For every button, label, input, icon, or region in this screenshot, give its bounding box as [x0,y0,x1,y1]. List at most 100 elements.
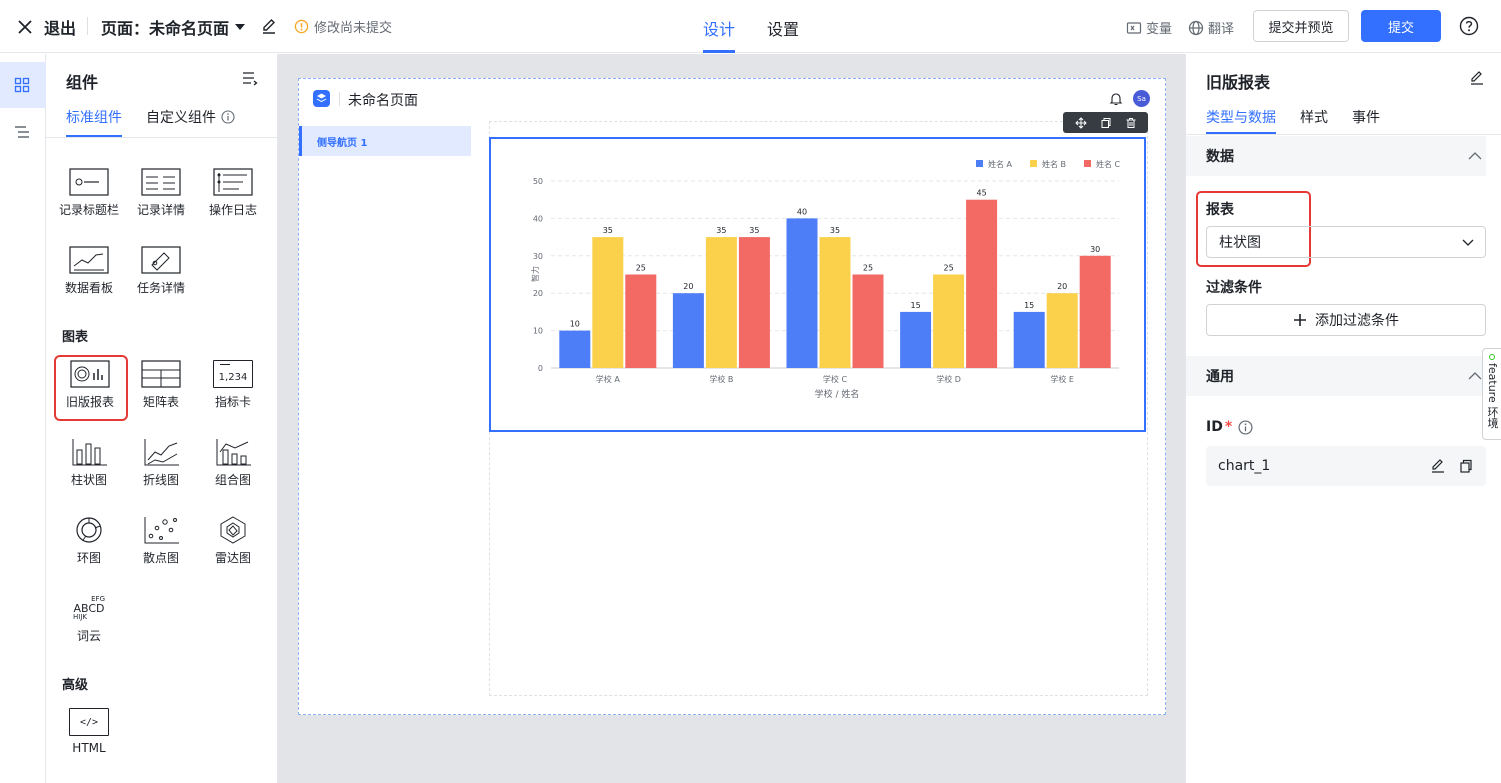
help-icon[interactable] [1459,16,1479,36]
submit-preview-button[interactable]: 提交并预览 [1253,10,1349,42]
component-label: 柱状图 [70,473,107,487]
component-indicator-card[interactable]: 1,234 指标卡 [198,360,268,410]
edit-icon[interactable] [1430,458,1446,474]
tab-settings[interactable]: 设置 [767,16,799,40]
divider [1186,134,1501,135]
x-tick-label: 学校 D [936,374,961,384]
component-line-chart[interactable]: 折线图 [126,438,196,488]
avatar[interactable]: Sa [1133,90,1150,107]
x-tick-label: 学校 C [823,374,848,384]
section-general-title: 通用 [1206,369,1234,385]
section-data-header[interactable]: 数据 [1186,136,1486,176]
legend-label: 姓名 B [1042,159,1066,169]
component-record-title[interactable]: 记录标题栏 [54,168,124,218]
tab-custom-label: 自定义组件 [146,110,216,126]
legend-label: 姓名 C [1096,159,1121,169]
tab-style[interactable]: 样式 [1300,107,1328,127]
bar [900,311,932,368]
bar [738,237,770,368]
plus-icon [1294,314,1306,326]
component-scatter-chart[interactable]: 散点图 [126,516,196,566]
component-html[interactable]: </> HTML [54,708,124,755]
y-tick-label: 40 [533,214,543,223]
edit-icon[interactable] [1469,70,1485,86]
bar [705,237,737,368]
translate-button[interactable]: 翻译 [1188,18,1234,37]
y-tick-label: 10 [533,327,543,336]
icon-rail [0,54,46,783]
bar [672,293,704,368]
component-record-detail[interactable]: 记录详情 [126,168,196,218]
bar [1079,255,1111,368]
legacy-report-icon [70,360,110,388]
component-donut-chart[interactable]: 环图 [54,516,124,566]
component-radar-chart[interactable]: 雷达图 [198,516,268,566]
tab-custom-components[interactable]: 自定义组件 [146,107,235,127]
rail-components-button[interactable] [0,62,46,108]
y-tick-label: 50 [533,177,543,186]
component-label: HTML [72,741,106,755]
data-label: 35 [716,226,726,235]
filter-label: 过滤条件 [1206,280,1262,296]
y-tick-label: 0 [538,364,543,373]
component-matrix-table[interactable]: 矩阵表 [126,360,196,410]
tab-events[interactable]: 事件 [1352,107,1380,127]
tab-design[interactable]: 设计 [703,16,735,40]
component-task-detail[interactable]: 任务详情 [126,246,196,296]
close-icon [18,20,32,34]
feature-env-tab[interactable]: feature 环境 [1482,348,1501,440]
variable-icon [1126,21,1142,34]
x-tick-label: 学校 B [709,374,733,384]
component-legacy-report[interactable]: 旧版报表 [55,360,125,410]
report-type-value: 柱状图 [1219,235,1261,251]
outline-tree-icon[interactable] [14,124,30,140]
data-label: 25 [944,264,954,273]
delete-icon[interactable] [1125,117,1137,129]
submit-button[interactable]: 提交 [1361,10,1441,42]
bar-chart: 0 10 20 30 40 50 智力 10 35 25 学校 A 20 35 35 学校 B 40 35 25 学… [530,159,1121,400]
divider [46,137,277,138]
component-label: 矩阵表 [142,395,179,409]
sidebar-nav-item-1[interactable]: 侧导航页 1 [299,126,471,156]
info-icon [1238,419,1253,435]
chart-component[interactable]: 0 10 20 30 40 50 智力 10 35 25 学校 A 20 35 35 学校 B 40 35 25 学… [489,137,1146,432]
warning-icon [294,19,309,34]
component-combo-chart[interactable]: 组合图 [198,438,268,488]
app-logo-icon [313,90,330,107]
tab-standard-components[interactable]: 标准组件 [66,107,122,127]
component-label: 词云 [76,629,101,643]
data-label: 25 [636,264,646,273]
component-bar-chart[interactable]: 柱状图 [54,438,124,488]
section-general-header[interactable]: 通用 [1186,356,1486,396]
section-charts-heading: 图表 [62,330,89,345]
variables-button[interactable]: 变量 [1126,18,1172,37]
exit-button[interactable]: 退出 [16,15,76,39]
dashboard-icon [69,246,109,274]
x-tick-label: 学校 E [1050,374,1074,384]
copy-icon[interactable] [1100,117,1112,129]
word-cloud-text-2: ABCD [73,601,105,615]
chevron-up-icon [1468,152,1482,160]
design-canvas: 未命名页面 Sa 侧导航页 1 0 10 20 30 40 50 智力 10 35 25 学校 A 2… [278,54,1185,783]
line-chart-icon [141,438,181,466]
edit-icon[interactable] [260,17,278,35]
legend-swatch [976,160,983,167]
id-field[interactable]: chart_1 [1206,446,1486,486]
component-dashboard[interactable]: 数据看板 [54,246,124,296]
copy-icon[interactable] [1458,458,1474,474]
report-type-select[interactable]: 柱状图 [1206,226,1486,258]
bell-icon[interactable] [1108,91,1124,107]
component-word-cloud[interactable]: EFG ABCD HIJK 词云 [54,594,124,644]
move-icon[interactable] [1074,116,1087,129]
collapse-panel-icon[interactable] [242,70,258,86]
page-prefix: 页面： [101,19,150,38]
page-selector[interactable]: 页面： 未命名页面 [101,15,247,39]
tab-type-data[interactable]: 类型与数据 [1206,107,1276,127]
component-label: 记录详情 [136,203,185,217]
add-filter-button[interactable]: 添加过滤条件 [1206,304,1486,336]
component-operation-log[interactable]: 操作日志 [198,168,268,218]
bar [592,237,624,368]
y-axis-label: 智力 [530,266,540,282]
data-label: 10 [570,320,580,329]
report-label: 报表 [1206,202,1234,218]
